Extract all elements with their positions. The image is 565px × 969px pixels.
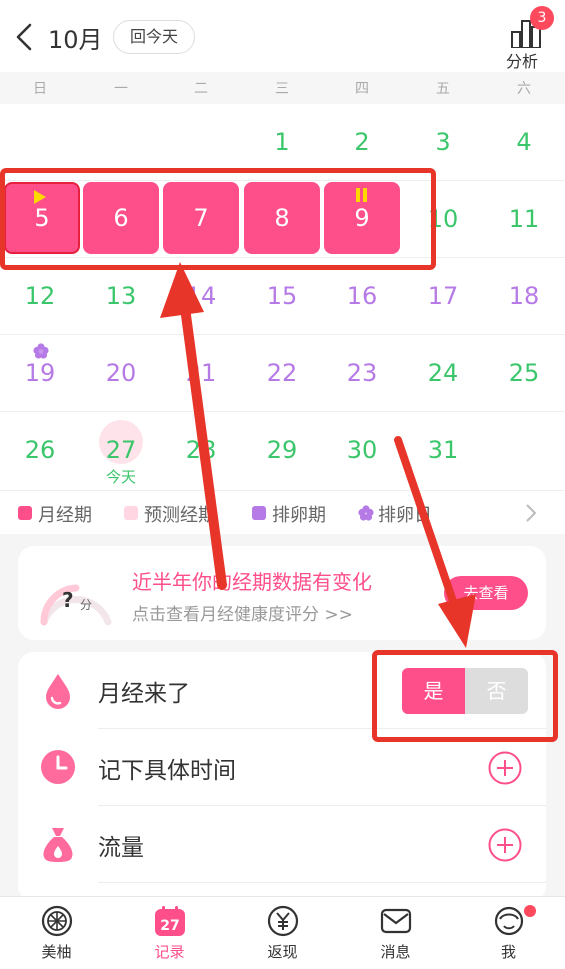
calendar-legend[interactable]: 月经期 预测经期 排卵期 排卵日 (0, 490, 565, 534)
add-icon[interactable] (488, 751, 522, 785)
weekday-fri: 五 (436, 81, 450, 97)
bottom-tab-bar: 美柚 27 记录 返现 消息 我 (0, 896, 565, 969)
card-subtitle[interactable]: 点击查看月经健康度评分 >> (132, 600, 353, 625)
list-divider (98, 882, 546, 883)
tab-messages[interactable]: 消息 (339, 897, 452, 969)
weekday-tue: 二 (194, 81, 208, 97)
clock-icon (41, 750, 75, 784)
ovulation-flower-icon (33, 343, 49, 359)
cycle-change-card[interactable]: ? 分 近半年你的经期数据有变化 点击查看月经健康度评分 >> 去查看 (18, 546, 546, 640)
day-cell[interactable]: 31 (403, 412, 483, 489)
highlight-box-toggle (372, 650, 558, 742)
gauge-arc-icon (40, 584, 112, 626)
calendar-icon-date: 27 (160, 918, 179, 934)
tab-record[interactable]: 27 记录 (113, 897, 226, 969)
record-time-label: 记下具体时间 (98, 758, 236, 784)
day-cell[interactable]: 21 (161, 335, 241, 412)
ovulation-day-cell[interactable]: 19 (0, 335, 80, 412)
day-cell[interactable]: 22 (242, 335, 322, 412)
weekday-thu: 四 (355, 81, 369, 97)
score-unit: 分 (80, 598, 93, 612)
add-icon[interactable] (488, 828, 522, 862)
day-cell[interactable]: 25 (484, 335, 564, 412)
card-title: 近半年你的经期数据有变化 (132, 570, 372, 594)
day-cell[interactable]: 30 (322, 412, 402, 489)
day-cell[interactable]: 24 (403, 335, 483, 412)
day-cell[interactable]: 23 (322, 335, 402, 412)
flow-row[interactable]: 流量 (18, 806, 546, 882)
tab-cashback[interactable]: 返现 (226, 897, 339, 969)
tab-me[interactable]: 我 (452, 897, 565, 969)
tab-home[interactable]: 美柚 (0, 897, 113, 969)
period-came-label: 月经来了 (98, 681, 190, 707)
chevron-right-icon[interactable] (524, 503, 538, 523)
avatar-icon (494, 906, 524, 936)
flow-label: 流量 (98, 835, 144, 861)
period-swatch (18, 506, 32, 520)
analysis-label: 分析 (506, 52, 539, 71)
envelope-icon (380, 908, 412, 934)
yen-coin-icon (267, 905, 299, 937)
score-value: ? (62, 588, 74, 612)
day-cell[interactable]: 26 (0, 412, 80, 489)
analysis-badge: 3 (530, 6, 554, 30)
calendar-grid: 1 2 3 4 5 6 7 8 9 10 11 12 13 14 15 16 1… (0, 104, 565, 490)
analysis-button[interactable]: 分析 3 (500, 6, 556, 71)
month-title[interactable]: 10月 (48, 20, 103, 55)
day-cell[interactable]: 4 (484, 104, 564, 181)
ovulation-period-swatch (252, 506, 266, 520)
day-cell[interactable]: 18 (484, 258, 564, 335)
day-cell[interactable]: 28 (161, 412, 241, 489)
weekday-header: 日 一 二 三 四 五 六 (0, 72, 565, 104)
weekday-wed: 三 (275, 81, 289, 97)
calendar-icon: 27 (155, 906, 185, 936)
header: 10月 回今天 分析 3 (0, 0, 565, 72)
view-button[interactable]: 去查看 (444, 576, 528, 610)
notification-dot (524, 905, 536, 917)
health-score-gauge: ? 分 (36, 564, 116, 628)
back-arrow-icon[interactable] (12, 22, 36, 52)
weekday-sun: 日 (33, 81, 47, 97)
pomelo-icon (41, 905, 73, 937)
weekday-mon: 一 (114, 81, 128, 97)
today-label: 今天 (105, 468, 136, 486)
drop-icon (46, 674, 70, 709)
day-cell[interactable]: 20 (81, 335, 161, 412)
ovulation-flower-icon (358, 505, 374, 521)
weekday-sat: 六 (517, 81, 531, 97)
day-cell[interactable]: 29 (242, 412, 322, 489)
today-cell[interactable]: 27 今天 (81, 412, 161, 489)
bag-icon (43, 828, 73, 862)
predicted-swatch (124, 506, 138, 520)
back-to-today-button[interactable]: 回今天 (113, 20, 195, 54)
highlight-box-period-days (0, 168, 436, 270)
day-cell[interactable]: 11 (484, 181, 564, 258)
